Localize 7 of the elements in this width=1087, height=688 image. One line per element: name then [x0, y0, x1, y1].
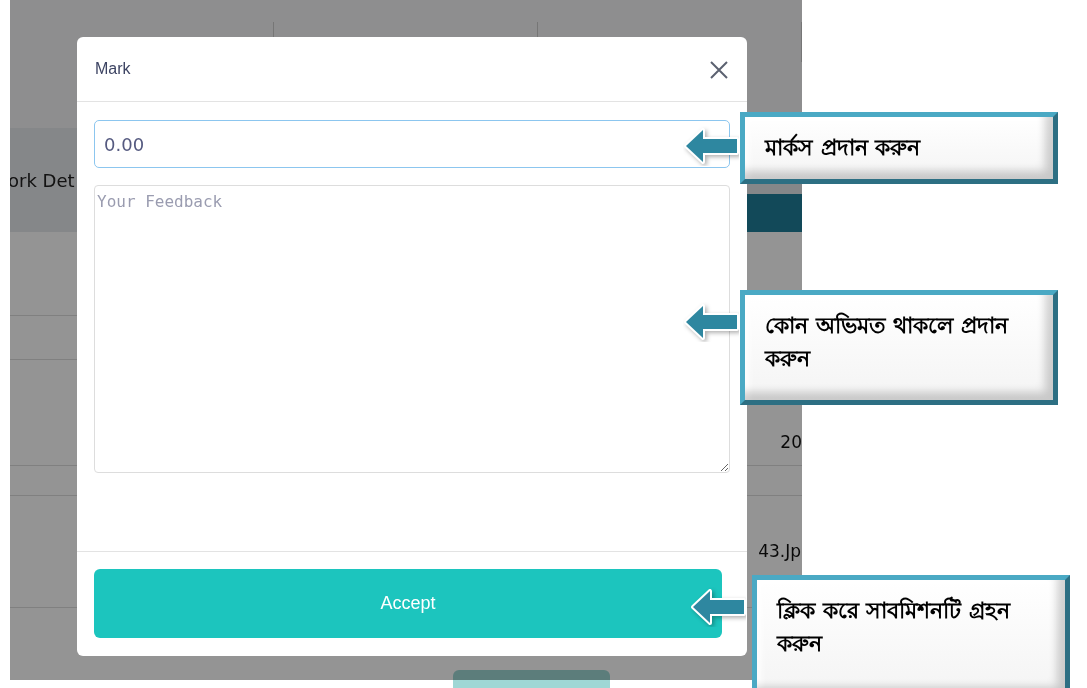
callout-box: কোন অভিমত থাকলে প্রদান করুন [740, 290, 1058, 405]
feedback-textarea[interactable]: Your Feedback [94, 185, 730, 473]
callout-box: ক্লিক করে সাবমিশনটি গ্রহন করুন [752, 575, 1070, 688]
modal-title: Mark [95, 59, 131, 79]
table-cell-text: 20 [780, 430, 802, 454]
callout-box: মার্কস প্রদান করুন [740, 112, 1058, 184]
file-name[interactable]: 43.Jp [758, 538, 801, 565]
